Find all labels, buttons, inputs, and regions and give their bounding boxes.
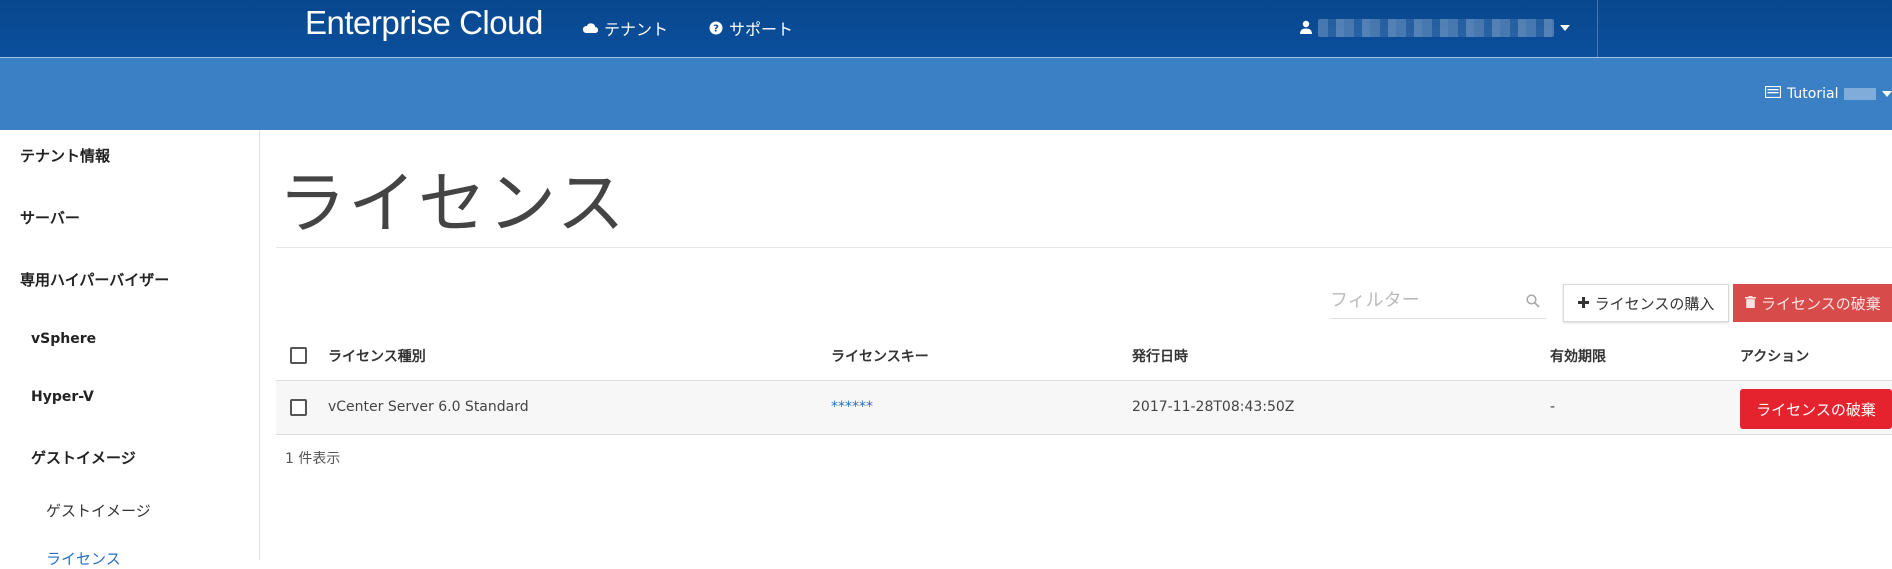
tenant-bar: Tutorial <box>0 58 1892 130</box>
license-key-link[interactable]: ****** <box>831 399 873 415</box>
tenant-name: Tutorial <box>1787 86 1839 102</box>
sidebar-item-dedicated-hypervisor[interactable]: 専用ハイパーバイザー <box>20 269 169 290</box>
page-title: ライセンス <box>278 165 627 244</box>
chevron-down-icon <box>1560 25 1570 31</box>
table-row: vCenter Server 6.0 Standard ****** 2017-… <box>276 380 1892 435</box>
main-content: ライセンス ライセンスの購入 ライセンスの破棄 ライセンス種別 ライセンスキー … <box>260 130 1892 560</box>
top-navbar: Enterprise Cloud テナント ? サポート <box>0 0 1892 58</box>
expiry-date: - <box>1550 399 1556 415</box>
plus-icon <box>1577 294 1589 312</box>
nav-support[interactable]: ? サポート <box>709 16 793 40</box>
column-header-action: アクション <box>1740 349 1810 365</box>
result-count: 1 件表示 <box>285 451 341 467</box>
svg-text:?: ? <box>713 24 719 35</box>
filter-field[interactable] <box>1330 283 1546 319</box>
column-header-expires[interactable]: 有効期限 <box>1550 346 1606 366</box>
buy-license-label: ライセンスの購入 <box>1594 294 1715 313</box>
sidebar-item-hyperv[interactable]: Hyper-V <box>31 389 94 405</box>
row-checkbox[interactable] <box>290 399 307 416</box>
issued-date: 2017-11-28T08:43:50Z <box>1132 399 1295 415</box>
sidebar-item-license[interactable]: ライセンス <box>46 548 121 569</box>
row-destroy-license-button[interactable]: ライセンスの破棄 <box>1740 389 1892 429</box>
divider <box>276 247 1892 248</box>
nav-tenant-label: テナント <box>604 20 669 39</box>
license-type: vCenter Server 6.0 Standard <box>328 399 529 415</box>
sidebar-item-guest-image-group[interactable]: ゲストイメージ <box>31 447 136 468</box>
select-all-checkbox[interactable] <box>290 347 307 364</box>
trash-icon <box>1745 294 1756 312</box>
divider <box>1597 0 1598 58</box>
nav-support-label: サポート <box>729 20 794 39</box>
user-icon <box>1300 19 1312 38</box>
column-header-issued[interactable]: 発行日時 <box>1132 346 1188 366</box>
sidebar-item-vsphere[interactable]: vSphere <box>31 331 96 347</box>
destroy-license-label: ライセンスの破棄 <box>1761 294 1881 313</box>
chevron-down-icon <box>1882 91 1892 97</box>
search-icon <box>1526 293 1540 312</box>
user-name-redacted <box>1318 19 1554 37</box>
column-header-type[interactable]: ライセンス種別 <box>328 346 426 366</box>
sidebar-item-servers[interactable]: サーバー <box>20 207 80 228</box>
tenant-card-icon <box>1764 85 1782 102</box>
user-menu[interactable] <box>1300 14 1570 42</box>
question-circle-icon: ? <box>709 21 723 35</box>
buy-license-button[interactable]: ライセンスの購入 <box>1563 284 1729 322</box>
tenant-name-redacted <box>1844 88 1877 100</box>
sidebar-item-guest-image[interactable]: ゲストイメージ <box>46 500 151 521</box>
filter-input[interactable] <box>1330 283 1520 317</box>
nav-tenant[interactable]: テナント <box>582 16 668 40</box>
cloud-icon <box>582 22 598 34</box>
sidebar-item-tenant-info[interactable]: テナント情報 <box>20 145 110 166</box>
tenant-switcher[interactable]: Tutorial <box>1764 85 1892 102</box>
column-header-key[interactable]: ライセンスキー <box>831 346 929 366</box>
brand-logo[interactable]: Enterprise Cloud <box>305 4 543 42</box>
sidebar: テナント情報 サーバー 専用ハイパーバイザー vSphere Hyper-V ゲ… <box>0 130 260 568</box>
destroy-license-button[interactable]: ライセンスの破棄 <box>1733 284 1892 322</box>
table-header: ライセンス種別 ライセンスキー 発行日時 有効期限 アクション <box>276 330 1892 380</box>
license-table: ライセンス種別 ライセンスキー 発行日時 有効期限 アクション vCenter … <box>276 330 1892 435</box>
